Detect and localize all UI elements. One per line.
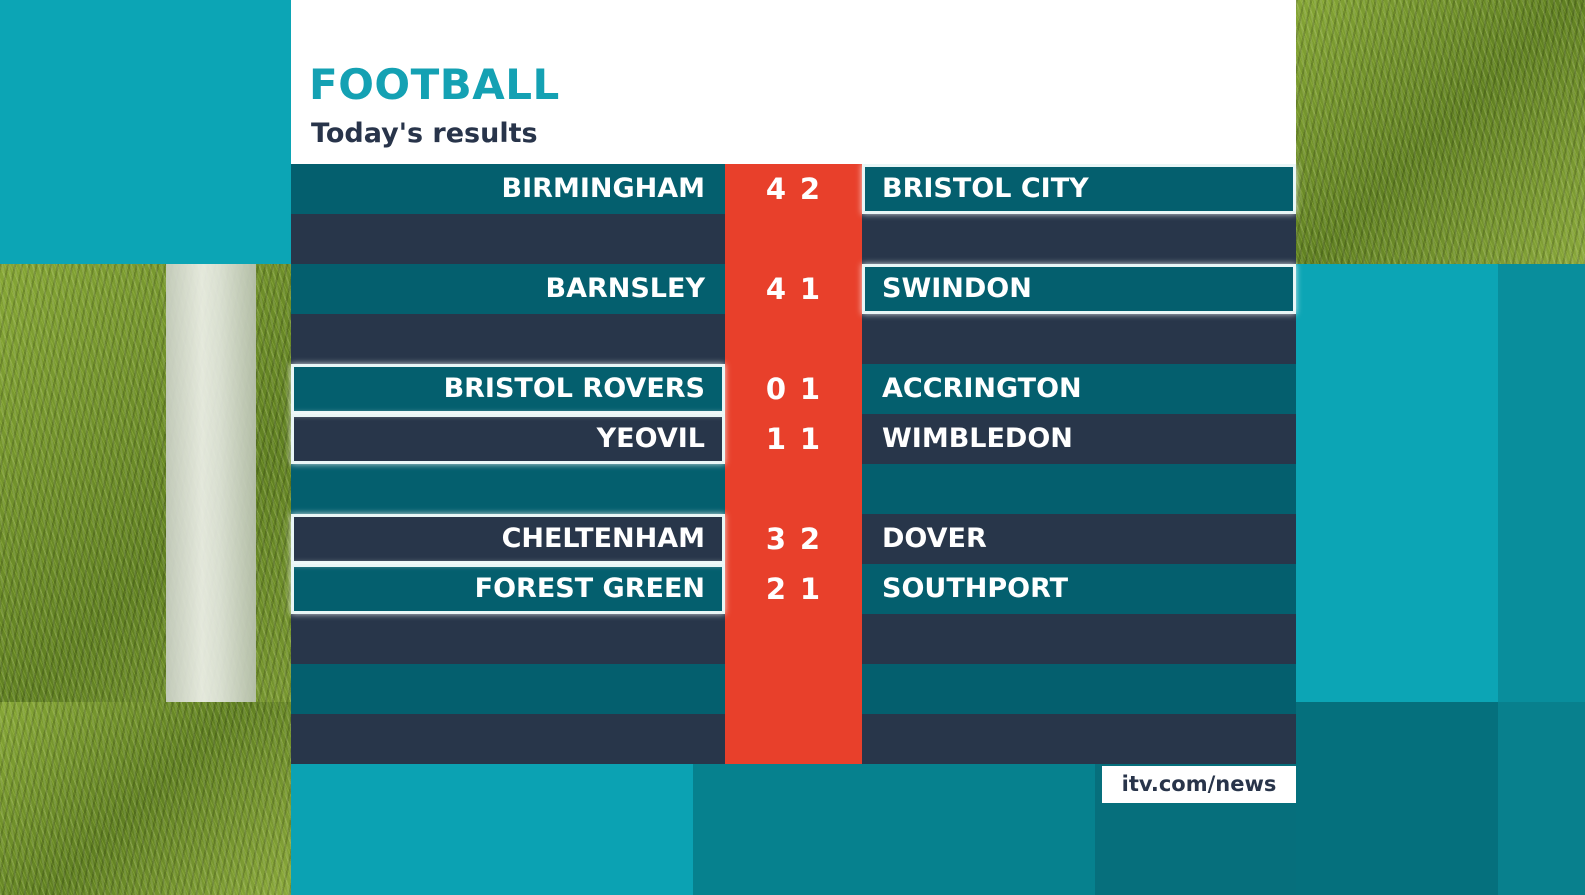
away-score: 2 [799,172,821,206]
grass-right-panel [1296,0,1585,264]
away-team: SWINDON [862,264,1296,314]
home-team [291,314,725,364]
bg-teal-right-1 [1296,264,1498,702]
grass-left-bottom [0,702,291,895]
away-team: SOUTHPORT [882,573,1069,604]
home-team: BRISTOL ROVERS [291,364,725,414]
home-team: BARNSLEY [545,273,705,304]
home-team: CHELTENHAM [291,514,725,564]
home-team: FOREST GREEN [291,564,725,614]
bg-teal-top-left [0,0,291,264]
home-team: YEOVIL [291,414,725,464]
away-score: 1 [799,422,821,456]
away-team: ACCRINGTON [882,373,1082,404]
away-team [862,664,1296,714]
home-team: BIRMINGHAM [501,173,705,204]
away-team [862,614,1296,664]
away-team [862,464,1296,514]
page-subtitle: Today's results [311,118,538,149]
away-team: DOVER [882,523,987,554]
away-score: 1 [799,372,821,406]
away-score: 1 [799,272,821,306]
itv-news-url: itv.com/news [1102,766,1296,803]
away-score [790,714,830,764]
away-team: WIMBLEDON [882,423,1073,454]
home-team [291,664,725,714]
away-score [790,314,830,364]
home-team [291,464,725,514]
bg-teal-bottom-1 [291,764,693,895]
home-team [291,214,725,264]
away-team [862,214,1296,264]
away-score [790,464,830,514]
results-board: BIRMINGHAM BRISTOL CITY 4 2 BARNSLEY SWINDON 4… [291,164,1296,764]
away-score: 1 [799,572,821,606]
away-team [862,714,1296,764]
away-score [790,214,830,264]
pitch-line-marking [166,264,256,702]
away-score: 2 [799,522,821,556]
away-score [790,614,830,664]
away-team: BRISTOL CITY [862,164,1296,214]
home-team [291,614,725,664]
bg-teal-right-3 [1296,702,1498,895]
home-team [291,714,725,764]
bg-teal-right-2 [1498,264,1585,702]
bg-teal-right-4 [1498,702,1585,895]
bg-teal-bottom-2 [693,764,1095,895]
away-score [790,664,830,714]
away-team [862,314,1296,364]
page-title: FOOTBALL [309,60,560,109]
